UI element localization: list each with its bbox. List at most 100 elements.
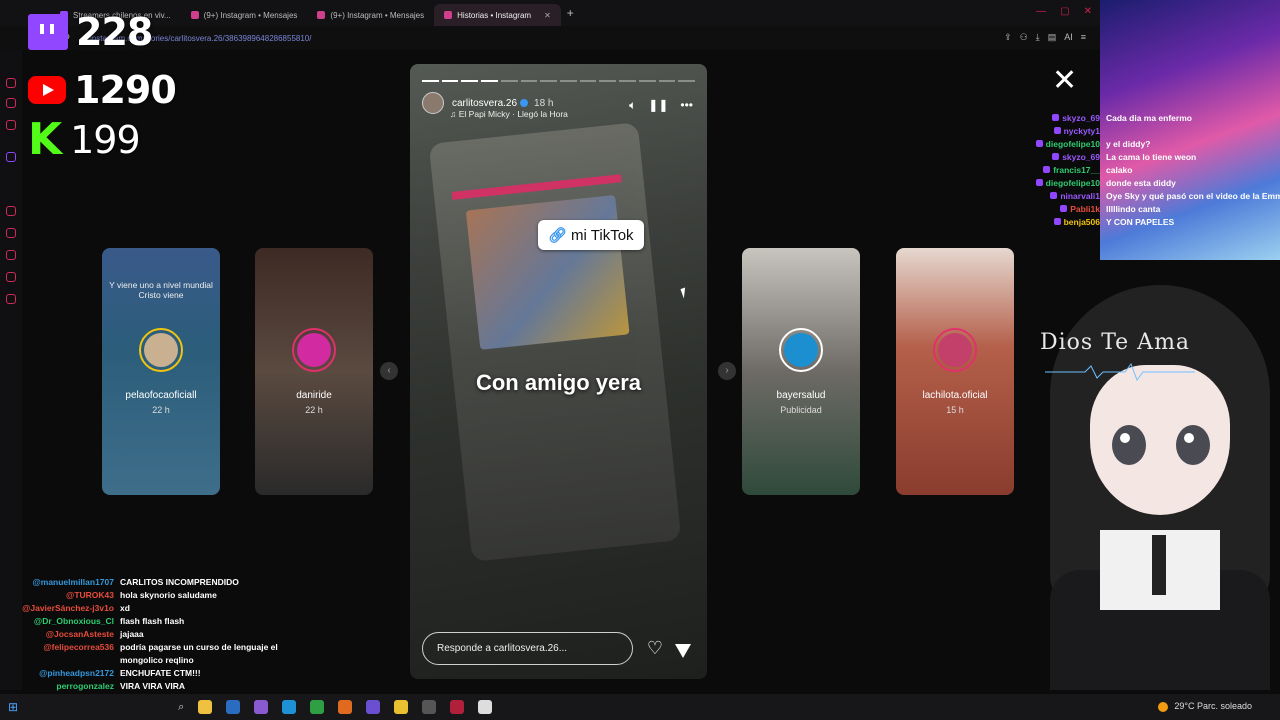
weather-widget[interactable]: 29°C Parc. soleado: [1158, 701, 1252, 712]
avatar-face: [1090, 365, 1230, 515]
chat-username: benja506: [1053, 216, 1100, 229]
volume-icon[interactable]: 🔈︎: [629, 98, 636, 113]
vscode-icon[interactable]: [226, 700, 241, 714]
chat-username: @felipecorrea536: [43, 642, 114, 652]
preview-avatar: [139, 328, 183, 372]
menu-icon[interactable]: ≡: [1081, 32, 1086, 43]
discord-icon[interactable]: [254, 700, 269, 714]
chat-badge-icon: [1060, 205, 1068, 212]
story-music[interactable]: ♫ El Papi Micky · Llegó la Hora: [450, 109, 568, 119]
sidebar-app-icon[interactable]: [6, 272, 16, 282]
pause-icon[interactable]: ❚❚: [648, 98, 668, 113]
account-icon[interactable]: ⚇: [1020, 32, 1028, 43]
like-heart-icon[interactable]: ♡: [647, 638, 663, 659]
story-preview-lachilota[interactable]: lachilota.oficial 15 h: [896, 248, 1014, 495]
sidebar-app-icon[interactable]: [6, 294, 16, 304]
story-username[interactable]: carlitosvera.26: [452, 98, 517, 109]
search-icon[interactable]: ⌕: [178, 701, 184, 714]
chat-text: VIRA VIRA VIRA: [120, 681, 186, 691]
new-tab-button[interactable]: +: [567, 6, 574, 20]
progress-segment: [540, 80, 558, 82]
chat-message: diegofelipe10 y el diddy?: [1020, 138, 1278, 151]
twitch-sidebar-icon[interactable]: [6, 152, 16, 162]
close-tab-icon[interactable]: ✕: [544, 11, 551, 20]
windows-start-icon[interactable]: ⊞: [8, 700, 18, 714]
story-avatar[interactable]: [422, 92, 444, 114]
instagram-icon: [190, 11, 199, 19]
story-preview-bayersalud[interactable]: bayersalud Publicidad: [742, 248, 860, 495]
tab-label: Historias • Instagram: [457, 10, 532, 20]
firefox-icon[interactable]: [338, 700, 353, 714]
kick-count: 199: [70, 118, 141, 162]
chat-panel-right: skyzo_69 Cada dia ma enfermo nyckyty1 diego…: [1020, 112, 1280, 229]
progress-segment: [422, 80, 439, 82]
chat-text: jajaaa: [120, 629, 144, 639]
chat-text: CARLITOS INCOMPRENDIDO: [120, 577, 239, 587]
tab-label: (9+) Instagram • Mensajes: [203, 10, 298, 20]
chat-badge-icon: [1052, 153, 1060, 160]
more-options-icon[interactable]: •••: [680, 98, 693, 113]
chat-text: lllllindo canta: [1106, 204, 1161, 214]
overlay-dios-text: Dios Te Ama: [1040, 330, 1191, 355]
sidebar-app-icon[interactable]: [6, 250, 16, 260]
instagram-sidebar-icon[interactable]: [6, 206, 16, 216]
edge-icon[interactable]: [282, 700, 297, 714]
sidebar-app-icon[interactable]: [6, 228, 16, 238]
chat-text: Oye Sky y qué pasó con el video de la Em…: [1106, 191, 1280, 201]
chat-username: @manuelmillan1707: [32, 577, 114, 587]
sidebar-app-icon[interactable]: [6, 78, 16, 88]
reply-input[interactable]: Responde a carlitosvera.26...: [422, 632, 633, 665]
chat-text: [1103, 125, 1278, 138]
music-label: El Papi Micky · Llegó la Hora: [458, 109, 568, 119]
tab-instagram-mensajes-2[interactable]: (9+) Instagram • Mensajes: [307, 4, 434, 26]
tab-historias[interactable]: Historias • Instagram ✕: [434, 4, 561, 26]
active-story[interactable]: carlitosvera.26 18 h ♫ El Papi Micky · L…: [410, 64, 707, 679]
obs-icon[interactable]: [422, 700, 437, 714]
story-preview-daniride[interactable]: daniride 22 h: [255, 248, 373, 495]
app-icon[interactable]: [366, 700, 381, 714]
chrome-icon[interactable]: [394, 700, 409, 714]
chat-message: skyzo_69 La cama lo tiene weon: [1020, 151, 1278, 164]
youtube-count: 1290: [74, 68, 177, 112]
ai-icon[interactable]: AI: [1064, 32, 1073, 43]
story-photo-phone: [428, 122, 682, 562]
app-icon[interactable]: [310, 700, 325, 714]
browser-icon[interactable]: [450, 700, 465, 714]
sticker-label: mi TikTok: [571, 227, 634, 244]
sidebar-app-icon[interactable]: [6, 98, 16, 108]
progress-segment: [520, 80, 538, 82]
chat-username: diegofelipe10: [1035, 138, 1100, 151]
avatar-eye: [1112, 425, 1146, 465]
minimize-icon[interactable]: —: [1036, 6, 1046, 17]
next-story-button[interactable]: ›: [718, 362, 736, 380]
tab-instagram-mensajes[interactable]: (9+) Instagram • Mensajes: [181, 4, 308, 26]
sidebar-app-icon[interactable]: [6, 120, 16, 130]
address-bar: ↻ instagram.com/stories/carlitosvera.26/…: [0, 26, 1100, 50]
send-icon[interactable]: [675, 644, 691, 658]
extensions-icon[interactable]: ▤: [1048, 32, 1057, 43]
chat-message: @JocsanAsteste jajaaa: [22, 628, 322, 641]
window-controls: — ▢ ✕: [1036, 6, 1092, 17]
chat-text: Cada dia ma enfermo: [1106, 113, 1192, 123]
toolbar-icons: ⇪ ⚇ ⤓ ▤ AI ≡: [1004, 32, 1086, 43]
file-explorer-icon[interactable]: [198, 700, 213, 714]
phone-screen-image: [465, 194, 630, 350]
close-window-icon[interactable]: ✕: [1084, 6, 1092, 17]
chat-username: perrogonzalez: [56, 681, 114, 691]
preview-avatar: [933, 328, 977, 372]
link-sticker[interactable]: 🔗︎ mi TikTok: [538, 220, 644, 250]
download-icon[interactable]: ⤓: [1036, 32, 1040, 43]
chat-message: @felipecorrea536 podría pagarse un curso …: [22, 641, 322, 667]
browser-tabbar: Streamers chilenos en viv... (9+) Instag…: [0, 0, 1100, 26]
app-icon[interactable]: [478, 700, 493, 714]
preview-time: Publicidad: [780, 405, 822, 415]
previous-story-button[interactable]: ‹: [380, 362, 398, 380]
maximize-icon[interactable]: ▢: [1060, 6, 1069, 17]
close-stories-icon[interactable]: ✕: [1052, 66, 1077, 96]
preview-username: bayersalud: [776, 390, 826, 401]
tab-label: (9+) Instagram • Mensajes: [330, 10, 425, 20]
music-icon: ♫: [450, 109, 459, 119]
chat-message: @manuelmillan1707 CARLITOS INCOMPRENDIDO: [22, 576, 322, 589]
story-preview-pelaofocaoficiall[interactable]: Y viene uno a nivel mundial Cristo viene…: [102, 248, 220, 495]
share-icon[interactable]: ⇪: [1004, 32, 1012, 43]
